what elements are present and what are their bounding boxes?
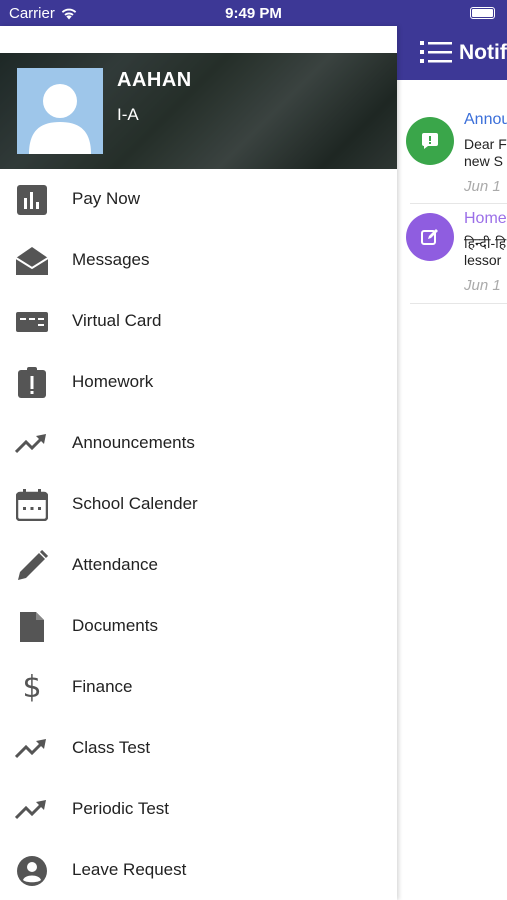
drawer-menu: Pay Now Messages Virtual Card Homework A… [0, 169, 397, 900]
drawer-top-spacer [0, 26, 397, 53]
notification-title: Home [464, 210, 507, 227]
clipboard-alert-icon [15, 366, 49, 400]
notification-body: Dear F new S [464, 136, 507, 170]
menu-item-label: Announcements [72, 433, 195, 452]
notification-body-line: lessor [464, 252, 502, 268]
menu-item-documents[interactable]: Documents [0, 596, 397, 657]
notifications-header: Notif [397, 26, 507, 80]
menu-item-label: Class Test [72, 738, 151, 757]
menu-item-virtual-card[interactable]: Virtual Card [0, 291, 397, 352]
menu-item-label: Messages [72, 250, 150, 269]
status-bar: Carrier 9:49 PM [0, 0, 507, 26]
menu-item-label: Finance [72, 677, 133, 696]
notification-body-line: हिन्दी-हि [464, 235, 507, 251]
notification-item[interactable]: Home हिन्दी-हि lessor Jun 1 [406, 204, 507, 304]
notification-date: Jun 1 [464, 277, 501, 294]
edit-icon [406, 213, 454, 261]
trending-up-icon [15, 732, 49, 766]
notification-title: Annou [464, 111, 507, 128]
menu-item-leave-request[interactable]: Leave Request [0, 840, 397, 900]
card-icon [15, 305, 49, 339]
notifications-list: Annou Dear F new S Jun 1 Home हिन्दी-हि … [397, 80, 507, 900]
student-class: I-A [117, 105, 139, 124]
menu-item-announcements[interactable]: Announcements [0, 413, 397, 474]
menu-item-label: Periodic Test [72, 799, 170, 818]
envelope-open-icon [15, 244, 49, 278]
document-icon [15, 610, 49, 644]
profile-header[interactable]: AAHAN I-A [0, 53, 397, 169]
account-circle-icon [15, 854, 49, 888]
menu-item-label: Attendance [72, 555, 159, 574]
menu-item-homework[interactable]: Homework [0, 352, 397, 413]
menu-item-label: Pay Now [72, 189, 141, 208]
pencil-icon [15, 549, 49, 583]
battery-icon [470, 7, 495, 19]
menu-item-school-calender[interactable]: School Calender [0, 474, 397, 535]
menu-item-label: Documents [72, 616, 158, 635]
menu-item-messages[interactable]: Messages [0, 230, 397, 291]
notification-body: हिन्दी-हि lessor [464, 235, 506, 269]
notifications-title: Notif [459, 41, 507, 64]
trending-up-icon [15, 793, 49, 827]
menu-item-periodic-test[interactable]: Periodic Test [0, 779, 397, 840]
announcement-icon [406, 117, 454, 165]
notification-date: Jun 1 [464, 178, 501, 195]
menu-item-class-test[interactable]: Class Test [0, 718, 397, 779]
notification-body-line: Dear F [464, 136, 507, 152]
bar-chart-icon [15, 183, 49, 217]
student-name: AAHAN [117, 69, 192, 91]
list-menu-icon[interactable] [420, 40, 452, 64]
dollar-icon: $ [22, 670, 42, 705]
notification-item[interactable]: Annou Dear F new S Jun 1 [406, 80, 507, 204]
notification-body-line: new S [464, 153, 503, 169]
menu-item-finance[interactable]: $ Finance [0, 657, 397, 718]
menu-item-label: Leave Request [72, 860, 187, 879]
navigation-drawer: AAHAN I-A Pay Now Messages Virtual Card [0, 26, 397, 900]
trending-up-icon [15, 427, 49, 461]
menu-item-label: School Calender [72, 494, 198, 513]
menu-item-label: Homework [72, 372, 154, 391]
avatar [17, 68, 103, 154]
calendar-icon [15, 488, 49, 522]
status-time: 9:49 PM [225, 5, 282, 22]
user-placeholder-icon [29, 84, 91, 154]
menu-item-label: Virtual Card [72, 311, 162, 330]
menu-item-pay-now[interactable]: Pay Now [0, 169, 397, 230]
menu-item-attendance[interactable]: Attendance [0, 535, 397, 596]
